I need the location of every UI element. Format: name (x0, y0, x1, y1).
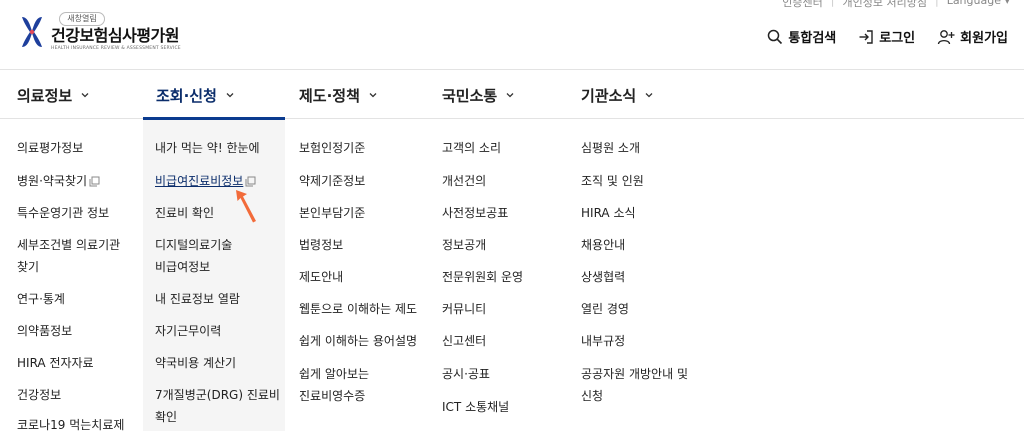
search-icon (768, 29, 783, 44)
chevron-down-icon (369, 93, 377, 98)
nav-item-policy[interactable]: 제도·정책 (299, 71, 378, 119)
menu-item[interactable]: 연구·통계 (17, 288, 65, 310)
menu-item[interactable]: 세부조건별 의료기관 (17, 234, 120, 256)
menu-item[interactable]: 조직 및 인원 (581, 170, 644, 192)
menu-item[interactable]: 진료비 확인 (155, 202, 214, 224)
menu-item[interactable]: 쉽게 알아보는 (299, 363, 369, 385)
menu-item[interactable]: 의약품정보 (17, 320, 72, 342)
search-button[interactable]: 통합검색 (767, 27, 836, 46)
site-header: 새창열림 건강보험심사평가원 HEALTH INSURANCE REVIEW &… (0, 0, 1024, 70)
menu-item[interactable]: HIRA 소식 (581, 202, 636, 224)
menu-item[interactable]: 건강정보 (17, 384, 61, 406)
nav-label: 의료정보 (17, 86, 73, 105)
new-window-icon (245, 176, 256, 187)
nav-label: 기관소식 (581, 86, 637, 105)
hira-logo-icon (22, 17, 42, 47)
login-label: 로그인 (879, 31, 916, 46)
pointer-arrow-icon (236, 190, 256, 223)
menu-item[interactable]: 약제기준정보 (299, 170, 365, 192)
menu-item[interactable]: 약국비용 계산기 (155, 352, 236, 374)
menu-item[interactable]: 자기근무이력 (155, 320, 221, 342)
menu-item[interactable]: 사전정보공표 (442, 202, 508, 224)
menu-item-continued[interactable]: 확인 (155, 406, 177, 428)
menu-item-hospital-search[interactable]: 병원·약국찾기 (17, 170, 100, 192)
menu-item-continued[interactable]: 찾기 (17, 256, 39, 278)
menu-item[interactable]: 법령정보 (299, 234, 343, 256)
chevron-down-icon (645, 93, 653, 98)
menu-item[interactable]: 본인부담기준 (299, 202, 365, 224)
menu-item[interactable]: 심평원 소개 (581, 137, 640, 159)
menu-item[interactable]: 고객의 소리 (442, 137, 501, 159)
menu-item[interactable]: 커뮤니티 (442, 298, 486, 320)
nav-label: 국민소통 (442, 86, 498, 105)
header-actions: 통합검색 로그인 회원가입 (767, 27, 1008, 46)
menu-item[interactable]: ICT 소통채널 (442, 396, 509, 418)
new-window-icon (89, 176, 100, 187)
chevron-down-icon (506, 93, 514, 98)
nav-label: 제도·정책 (299, 86, 360, 105)
chevron-down-icon (226, 93, 234, 98)
menu-item-continued[interactable]: 진료비영수증 (299, 385, 365, 407)
menu-item[interactable]: 상생협력 (581, 266, 625, 288)
menu-item[interactable]: 공시·공표 (442, 363, 490, 385)
menu-item[interactable]: 특수운영기관 정보 (17, 202, 109, 224)
nav-item-inquiry[interactable]: 조회·신청 (143, 71, 285, 120)
signup-button[interactable]: 회원가입 (937, 27, 1008, 46)
menu-item[interactable]: 전문위원회 운영 (442, 266, 523, 288)
menu-item[interactable]: 정보공개 (442, 234, 486, 256)
nav-item-news[interactable]: 기관소식 (581, 71, 654, 119)
nav-item-communication[interactable]: 국민소통 (442, 71, 515, 119)
menu-item[interactable]: 내부규정 (581, 330, 625, 352)
menu-item[interactable]: 내 진료정보 열람 (155, 288, 240, 310)
new-window-badge: 새창열림 (59, 12, 105, 26)
login-button[interactable]: 로그인 (858, 27, 915, 46)
chevron-down-icon (81, 93, 89, 98)
menu-item[interactable]: 내가 먹는 약! 한눈에 (155, 137, 260, 159)
menu-item[interactable]: 제도안내 (299, 266, 343, 288)
menu-item[interactable]: 신고센터 (442, 330, 486, 352)
menu-item[interactable]: 코로나19 먹는치료제 (17, 414, 124, 431)
menu-item[interactable]: 7개질병군(DRG) 진료비 (155, 384, 280, 406)
menu-item[interactable]: 개선건의 (442, 170, 486, 192)
menu-item[interactable]: 공공자원 개방안내 및 (581, 363, 688, 385)
menu-item[interactable]: 채용안내 (581, 234, 625, 256)
logo-subtitle: HEALTH INSURANCE REVIEW & ASSESSMENT SER… (51, 46, 181, 51)
site-logo[interactable]: 새창열림 건강보험심사평가원 HEALTH INSURANCE REVIEW &… (20, 12, 181, 52)
menu-item-label: 병원·약국찾기 (17, 174, 88, 188)
menu-item[interactable]: HIRA 전자자료 (17, 352, 94, 374)
nav-label: 조회·신청 (156, 86, 217, 105)
add-user-icon (938, 29, 955, 44)
signup-label: 회원가입 (960, 31, 1008, 46)
nav-item-medical-info[interactable]: 의료정보 (17, 71, 90, 119)
menu-item[interactable]: 의료평가정보 (17, 137, 83, 159)
menu-item-continued[interactable]: 비급여정보 (155, 256, 210, 278)
logo-name: 건강보험심사평가원 (51, 26, 179, 45)
menu-item-continued[interactable]: 신청 (581, 385, 603, 407)
menu-item[interactable]: 디지털의료기술 (155, 234, 232, 256)
menu-item-label: 비급여진료비정보 (155, 174, 244, 188)
menu-item[interactable]: 쉽게 이해하는 용어설명 (299, 330, 417, 352)
menu-item[interactable]: 웹툰으로 이해하는 제도 (299, 298, 417, 320)
menu-item[interactable]: 보험인정기준 (299, 137, 365, 159)
login-icon (859, 29, 873, 44)
search-label: 통합검색 (788, 31, 837, 46)
main-nav: 의료정보 조회·신청 제도·정책 국민소통 기관소식 (0, 71, 1024, 120)
menu-item[interactable]: 열린 경영 (581, 298, 629, 320)
menu-column-inquiry: 내가 먹는 약! 한눈에 비급여진료비정보 진료비 확인 디지털의료기술 비급여… (143, 120, 285, 431)
